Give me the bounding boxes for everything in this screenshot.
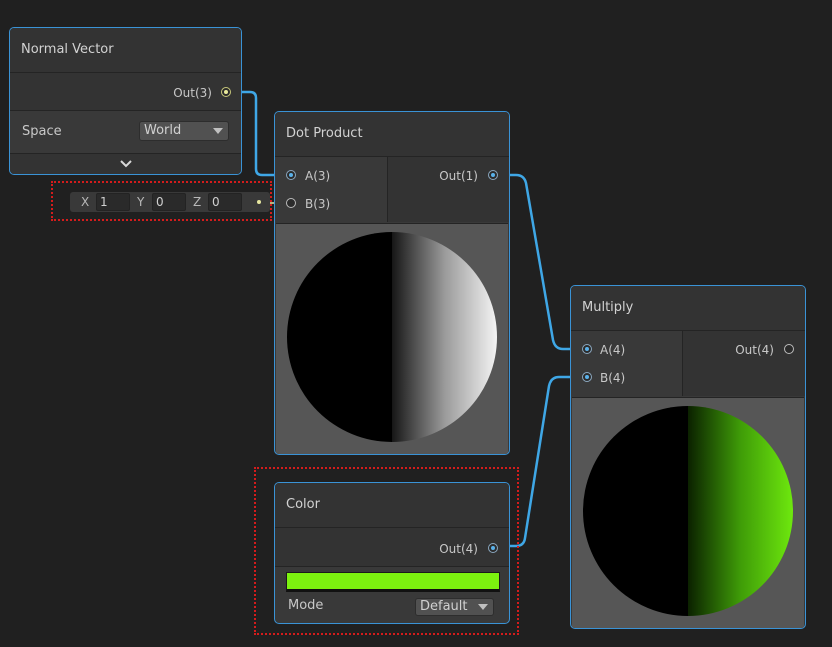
normal-vector-title: Normal Vector: [10, 28, 241, 73]
multiply-inputs: [571, 331, 681, 396]
chevron-down-icon: [120, 160, 132, 168]
mode-dropdown-value: Default: [420, 599, 468, 614]
color-node[interactable]: Color Out(4) Mode Default: [274, 482, 510, 624]
space-dropdown-value: World: [144, 123, 182, 138]
dot-product-in-a-label: A(3): [305, 169, 331, 183]
wire-dot-out-to-multiply-a[interactable]: [498, 173, 581, 351]
dot-product-preview-sphere: [287, 232, 497, 442]
x-label: X: [81, 195, 90, 209]
multiply-preview: [572, 397, 804, 628]
dot-product-preview: [276, 223, 508, 454]
normal-vector-out-label: Out(3): [173, 86, 212, 100]
color-out-label: Out(4): [439, 542, 478, 556]
z-label: Z: [193, 195, 202, 209]
color-out-port[interactable]: [488, 543, 498, 553]
dot-product-title: Dot Product: [275, 112, 509, 157]
dot-product-inputs: [275, 157, 386, 222]
x-value-field[interactable]: 1: [96, 193, 130, 211]
multiply-out-label: Out(4): [735, 343, 774, 357]
multiply-in-b-label: B(4): [600, 371, 626, 385]
dot-product-in-b-label: B(3): [305, 197, 331, 211]
y-label: Y: [137, 195, 145, 209]
dot-product-out-label: Out(1): [439, 169, 478, 183]
y-value-field[interactable]: 0: [152, 193, 186, 211]
dot-product-in-b-port[interactable]: [286, 198, 296, 208]
mode-dropdown[interactable]: Default: [415, 598, 494, 616]
multiply-preview-sphere: [583, 406, 793, 616]
space-label: Space: [22, 124, 62, 139]
color-swatch[interactable]: [286, 572, 500, 592]
mode-label: Mode: [288, 598, 324, 613]
dot-product-node[interactable]: Dot Product A(3) B(3) Out(1): [274, 111, 510, 455]
normal-vector-node[interactable]: Normal Vector Out(3) Space World: [9, 27, 242, 175]
space-dropdown[interactable]: World: [139, 121, 229, 141]
z-value-field[interactable]: 0: [208, 193, 242, 211]
chevron-down-icon: [478, 604, 488, 610]
multiply-title: Multiply: [571, 286, 805, 331]
multiply-outputs: [682, 331, 805, 396]
normal-vector-collapse-bar[interactable]: [10, 153, 241, 174]
vector-input-field: X 1 Y 0 Z 0: [70, 192, 270, 212]
multiply-node[interactable]: Multiply A(4) B(4) Out(4): [570, 285, 806, 629]
multiply-in-a-label: A(4): [600, 343, 626, 357]
dot-product-in-a-port[interactable]: [286, 170, 296, 180]
multiply-in-b-port[interactable]: [582, 372, 592, 382]
dot-product-outputs: [387, 157, 509, 222]
chevron-down-icon: [213, 128, 223, 134]
color-title: Color: [275, 483, 509, 528]
color-output-row: Out(4): [275, 528, 509, 567]
multiply-in-a-port[interactable]: [582, 344, 592, 354]
multiply-out-port[interactable]: [784, 344, 794, 354]
normal-vector-out-port[interactable]: [221, 87, 231, 97]
normal-vector-output-row: Out(3): [10, 73, 241, 111]
dot-product-out-port[interactable]: [488, 170, 498, 180]
vector-input-connector-dot: [257, 200, 261, 204]
